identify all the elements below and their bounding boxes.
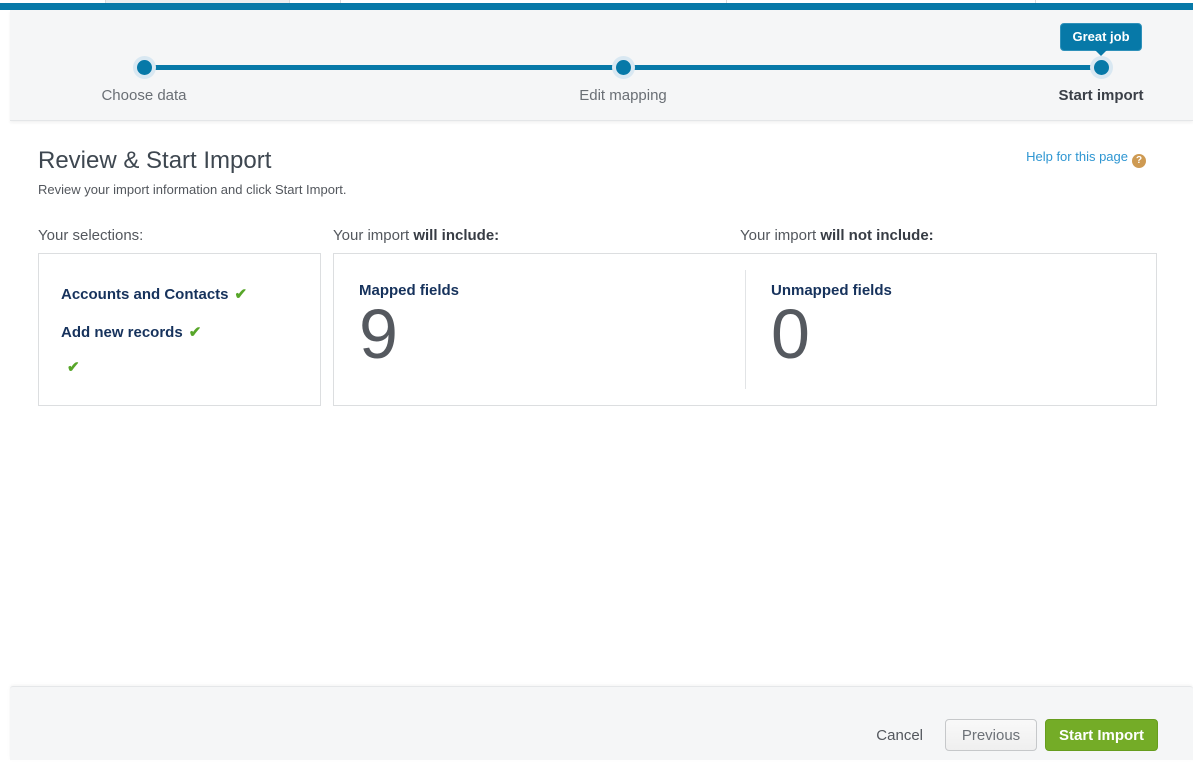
- unmapped-fields-count: 0: [771, 298, 810, 370]
- help-question-icon[interactable]: ?: [1132, 154, 1146, 168]
- selection-item-label: Add new records: [61, 324, 183, 341]
- help-link-label[interactable]: Help for this page: [1026, 149, 1128, 164]
- mapped-fields-count: 9: [359, 298, 398, 370]
- will-not-include-header: Your import will not include:: [740, 227, 934, 244]
- great-job-tooltip: Great job: [1021, 23, 1181, 51]
- selection-item-label: Accounts and Contacts: [61, 286, 229, 303]
- page-title: Review & Start Import: [38, 147, 271, 175]
- cancel-button[interactable]: Cancel: [876, 727, 923, 744]
- summary-divider: [745, 270, 746, 389]
- will-not-include-prefix: Your import: [740, 227, 820, 244]
- top-accent-bar: [0, 3, 1193, 10]
- will-include-header: Your import will include:: [333, 227, 499, 244]
- great-job-tooltip-bubble: Great job: [1060, 23, 1141, 51]
- step-label-edit-mapping: Edit mapping: [513, 87, 733, 104]
- footer-actions: Cancel Previous Start Import: [876, 719, 1158, 751]
- wizard-progress-header: Choose data Edit mapping Start import Gr…: [10, 10, 1193, 121]
- step-dot-edit-mapping: [616, 60, 631, 75]
- page-subtitle: Review your import information and click…: [38, 182, 347, 197]
- selection-item-extra: ✔: [61, 358, 80, 376]
- check-icon: ✔: [67, 359, 80, 376]
- will-include-bold: will include:: [413, 227, 499, 244]
- will-not-include-bold: will not include:: [820, 227, 933, 244]
- your-selections-header: Your selections:: [38, 227, 143, 244]
- start-import-button[interactable]: Start Import: [1045, 719, 1158, 751]
- step-dot-choose-data: [137, 60, 152, 75]
- previous-button[interactable]: Previous: [945, 719, 1037, 751]
- wizard-footer: Cancel Previous Start Import: [10, 686, 1193, 760]
- selection-item-operation: Add new records ✔: [61, 323, 201, 341]
- will-include-prefix: Your import: [333, 227, 413, 244]
- import-summary-panel: Mapped fields 9 Unmapped fields 0: [333, 253, 1157, 406]
- selection-item-data-kind: Accounts and Contacts ✔: [61, 285, 247, 303]
- check-icon: ✔: [235, 286, 248, 303]
- step-dot-start-import: [1094, 60, 1109, 75]
- help-for-this-page-link[interactable]: Help for this page?: [1026, 149, 1146, 168]
- check-icon: ✔: [189, 324, 202, 341]
- your-selections-panel: Accounts and Contacts✔ Add new records✔ …: [38, 253, 321, 406]
- step-label-choose-data: Choose data: [34, 87, 254, 104]
- step-label-start-import: Start import: [991, 87, 1193, 104]
